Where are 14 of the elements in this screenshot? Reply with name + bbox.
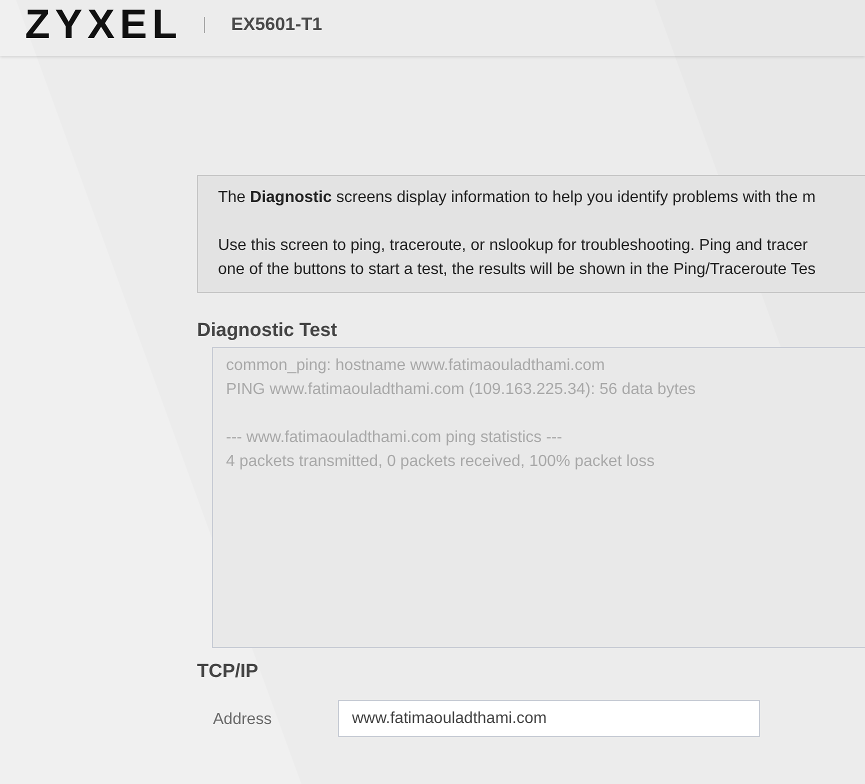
address-field[interactable]: www.fatimaouladthami.com: [338, 700, 760, 737]
model-name: EX5601-T1: [231, 14, 322, 35]
result-field[interactable]: [212, 347, 865, 648]
field-label: Address: [213, 710, 273, 728]
brand-logo: ZYXEL: [25, 4, 182, 44]
result-line: PING www.fatimaouladthami.com (109.163.225.34): 56 data bytes: [226, 380, 696, 400]
section-title: Diagnostic Test: [197, 319, 338, 343]
section-title: TCP/IP: [197, 660, 258, 684]
result-line: common_ping: hostname www.fatimaouladthami.com: [226, 356, 605, 376]
result-line: 4 packets transmitted, 0 packets received, 100% packet loss: [226, 452, 655, 472]
result-line: --- www.fatimaouladthami.com ping statistics ---: [226, 428, 562, 448]
intro-text: one of the buttons to start a test, the results will be shown in the Ping/Traceroute Tes: [218, 260, 817, 280]
intro-text: Use this screen to ping, traceroute, or nslookup for troubleshooting. Ping and tracer: [218, 236, 809, 256]
intro-text: The Diagnostic screens display information to help you identify problems with the m: [218, 188, 817, 208]
